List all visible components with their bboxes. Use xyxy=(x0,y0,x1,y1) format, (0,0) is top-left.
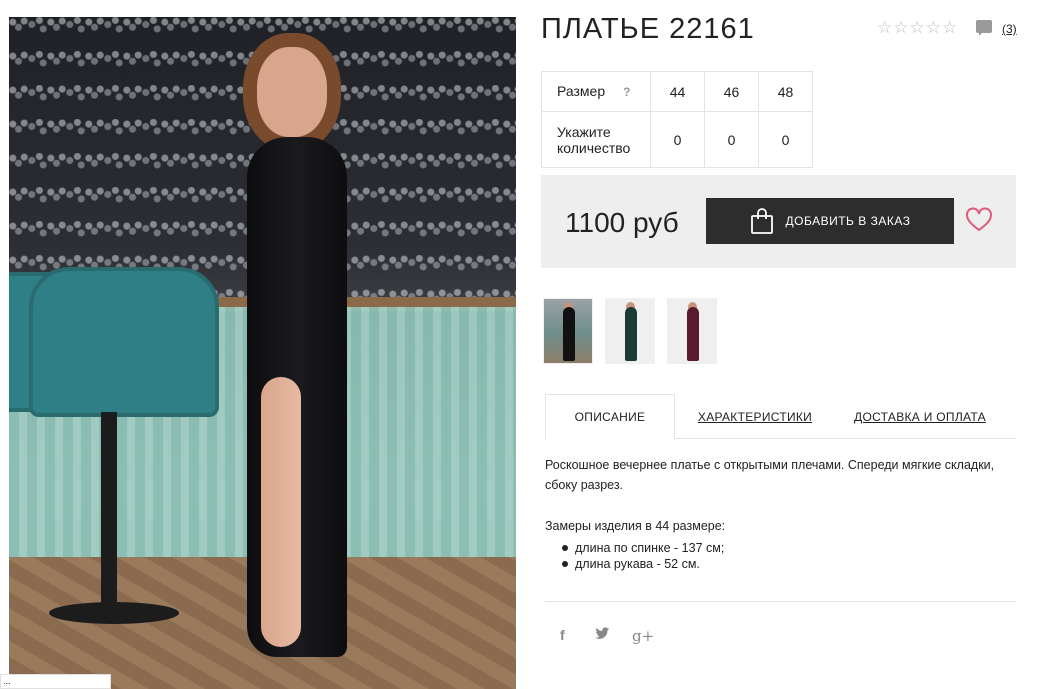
thumb-figure xyxy=(563,307,575,361)
thumb-figure xyxy=(687,307,699,361)
description-text: Роскошное вечернее платье с открытыми пл… xyxy=(545,458,995,492)
reviews-count-link[interactable]: (3) xyxy=(1002,22,1017,36)
star-icon[interactable]: ☆ xyxy=(893,19,908,36)
list-item: длина рукава - 52 см. xyxy=(562,556,724,572)
tab-delivery-payment[interactable]: ДОСТАВКА И ОПЛАТА xyxy=(850,394,990,439)
star-icon[interactable]: ☆ xyxy=(910,19,925,36)
quantity-row: Укажите количество 0 0 0 xyxy=(541,111,813,168)
add-to-order-button[interactable]: ДОБАВИТЬ В ЗАКАЗ xyxy=(706,198,954,244)
main-product-photo[interactable] xyxy=(9,17,516,689)
stool-leg xyxy=(101,412,117,612)
size-label: Размер xyxy=(557,83,606,99)
google-plus-icon[interactable]: g+ xyxy=(632,627,654,645)
price-box: 1100 руб ДОБАВИТЬ В ЗАКАЗ xyxy=(541,175,1016,268)
thumbnail-burgundy-dress[interactable] xyxy=(667,298,717,364)
tab-description[interactable]: ОПИСАНИЕ xyxy=(545,394,675,440)
size-table: Размер? 44 46 48 Укажите количество 0 0 … xyxy=(541,71,813,168)
star-icon[interactable]: ☆ xyxy=(877,19,892,36)
size-46: 46 xyxy=(704,71,759,112)
quantity-label: Укажите количество xyxy=(541,111,651,168)
quantity-input-48[interactable]: 0 xyxy=(758,111,813,168)
quantity-input-44[interactable]: 0 xyxy=(650,111,705,168)
price: 1100 руб xyxy=(565,207,679,238)
star-icon[interactable]: ☆ xyxy=(942,19,957,36)
comment-icon[interactable] xyxy=(976,20,992,36)
size-44: 44 xyxy=(650,71,705,112)
rating-stars[interactable]: ☆ ☆ ☆ ☆ ☆ xyxy=(877,19,957,36)
stool-base xyxy=(49,602,179,624)
bar-chair xyxy=(29,267,219,417)
quantity-input-46[interactable]: 0 xyxy=(704,111,759,168)
list-item: длина по спинке - 137 см; xyxy=(562,540,724,556)
add-to-order-label: ДОБАВИТЬ В ЗАКАЗ xyxy=(785,214,911,228)
size-label-cell: Размер? xyxy=(541,71,651,112)
corner-tab[interactable]: ... xyxy=(0,674,111,689)
size-row: Размер? 44 46 48 xyxy=(541,71,813,112)
measurements-title: Замеры изделия в 44 размере: xyxy=(545,519,726,533)
facebook-icon[interactable]: f xyxy=(560,627,565,643)
bag-icon xyxy=(750,208,774,234)
heart-icon[interactable] xyxy=(965,206,993,234)
size-48: 48 xyxy=(758,71,813,112)
measurements-list: длина по спинке - 137 см; длина рукава -… xyxy=(562,540,724,572)
model-head xyxy=(257,47,327,137)
thumb-figure xyxy=(625,307,637,361)
thumbnail-green-dress[interactable] xyxy=(605,298,655,364)
thumbnail-black-dress[interactable] xyxy=(543,298,593,364)
twitter-icon[interactable] xyxy=(595,627,610,643)
divider xyxy=(545,601,1016,602)
product-tabs: ОПИСАНИЕ ХАРАКТЕРИСТИКИ ДОСТАВКА И ОПЛАТ… xyxy=(545,394,1016,440)
product-title: ПЛАТЬЕ 22161 xyxy=(541,13,755,45)
tab-characteristics[interactable]: ХАРАКТЕРИСТИКИ xyxy=(695,394,815,439)
model-leg xyxy=(261,377,301,647)
size-help-icon[interactable]: ? xyxy=(623,85,630,99)
star-icon[interactable]: ☆ xyxy=(926,19,941,36)
